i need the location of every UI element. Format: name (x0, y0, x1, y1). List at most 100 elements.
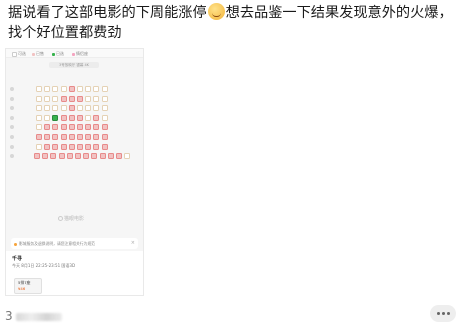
seat[interactable] (36, 105, 42, 112)
seat[interactable] (68, 114, 75, 121)
seat[interactable] (52, 95, 59, 102)
seat[interactable] (68, 124, 75, 131)
seat[interactable] (44, 143, 51, 150)
seat[interactable] (107, 153, 114, 160)
seat[interactable] (85, 105, 92, 112)
seat[interactable] (85, 114, 92, 121)
seat-map[interactable] (6, 49, 143, 229)
seat[interactable] (60, 105, 67, 112)
seat[interactable] (36, 134, 42, 140)
seat[interactable] (93, 134, 100, 140)
seat[interactable] (36, 143, 42, 150)
seat[interactable] (60, 86, 67, 92)
movie-info-card: 千寻 今天 8月1日 22:25-23:51 国语3D 5排7座 ¥46 (6, 251, 143, 295)
seat[interactable] (66, 153, 73, 160)
seat[interactable] (68, 86, 75, 92)
seat[interactable] (44, 86, 51, 92)
chip-price-label: ¥46 (18, 286, 26, 291)
seat[interactable] (101, 95, 108, 102)
watermark: 猫眼电影 (58, 215, 84, 222)
row-indicator (10, 115, 14, 120)
seat[interactable] (44, 95, 51, 102)
seat[interactable] (101, 124, 108, 131)
seat[interactable] (52, 124, 59, 131)
seat[interactable] (68, 143, 75, 150)
seat[interactable] (42, 153, 49, 160)
seat[interactable] (68, 105, 75, 112)
seat[interactable] (60, 124, 67, 131)
seat[interactable] (36, 124, 42, 131)
seat[interactable] (77, 95, 83, 102)
seat[interactable] (124, 153, 131, 160)
seat[interactable] (44, 114, 51, 121)
footer-count: 3 (5, 309, 62, 323)
seat[interactable] (85, 134, 92, 140)
seat[interactable] (36, 114, 42, 121)
seat[interactable] (101, 143, 108, 150)
row-indicator (10, 125, 14, 130)
seat[interactable] (68, 134, 75, 140)
watermark-logo-icon (58, 216, 63, 221)
row-indicator (10, 96, 14, 101)
seat[interactable] (101, 105, 108, 112)
seat[interactable] (52, 105, 59, 112)
seat[interactable] (85, 95, 92, 102)
seat[interactable] (36, 86, 42, 92)
selected-seat-chip: 5排7座 ¥46 (14, 278, 42, 294)
seat[interactable] (99, 153, 106, 160)
notice-banner: 影城服务及退换说明，请您注意相关行为规范 × (11, 238, 138, 249)
seat[interactable] (36, 95, 42, 102)
seat[interactable] (91, 153, 98, 160)
seat[interactable] (93, 143, 100, 150)
show-time: 今天 8月1日 22:25-23:51 国语3D (12, 263, 76, 268)
movie-title: 千寻 (12, 256, 23, 262)
seat[interactable] (116, 153, 122, 160)
seat[interactable] (93, 124, 100, 131)
more-dots-icon (436, 312, 440, 315)
seat[interactable] (34, 153, 40, 160)
seat[interactable] (77, 124, 83, 131)
seat[interactable] (101, 114, 108, 121)
seat[interactable] (77, 143, 83, 150)
seat[interactable] (60, 134, 67, 140)
seat[interactable] (58, 153, 65, 160)
seat[interactable] (52, 114, 59, 121)
seat[interactable] (93, 105, 100, 112)
notice-dot-icon (14, 242, 17, 246)
seat[interactable] (60, 114, 67, 121)
seat[interactable] (101, 86, 108, 92)
row-indicator (10, 135, 14, 139)
seat[interactable] (77, 105, 83, 112)
seat[interactable] (68, 95, 75, 102)
seat[interactable] (44, 134, 51, 140)
seat[interactable] (77, 134, 83, 140)
seat[interactable] (60, 95, 67, 102)
seat[interactable] (75, 153, 81, 160)
blurred-text (15, 312, 62, 321)
seat[interactable] (83, 153, 90, 160)
seat[interactable] (52, 86, 59, 92)
row-indicator (10, 154, 14, 159)
attached-screenshot-image[interactable]: 可选 已售 已选 情侣座 3号放映厅 银幕 4K 猫眼电影 影城服务及退换说明，… (5, 48, 144, 296)
row-indicator (10, 106, 14, 111)
seat[interactable] (52, 134, 59, 140)
more-button[interactable] (430, 305, 456, 322)
seat[interactable] (44, 105, 51, 112)
seat[interactable] (93, 114, 100, 121)
seat[interactable] (93, 95, 100, 102)
post-text-part1: 据说看了这部电影的下周能涨停 (8, 5, 207, 21)
seat[interactable] (101, 134, 108, 140)
seat[interactable] (85, 124, 92, 131)
row-indicator (10, 87, 14, 91)
seat[interactable] (77, 86, 83, 92)
seat[interactable] (77, 114, 83, 121)
seat[interactable] (60, 143, 67, 150)
post-text: 据说看了这部电影的下周能涨停 想去品鉴一下结果发现意外的火爆，找个好位置都费劲 (8, 3, 454, 43)
seat[interactable] (85, 86, 92, 92)
seat[interactable] (44, 124, 51, 131)
seat[interactable] (93, 86, 100, 92)
seat[interactable] (85, 143, 92, 150)
close-icon: × (130, 240, 135, 246)
seat[interactable] (52, 143, 59, 150)
seat[interactable] (50, 153, 57, 160)
